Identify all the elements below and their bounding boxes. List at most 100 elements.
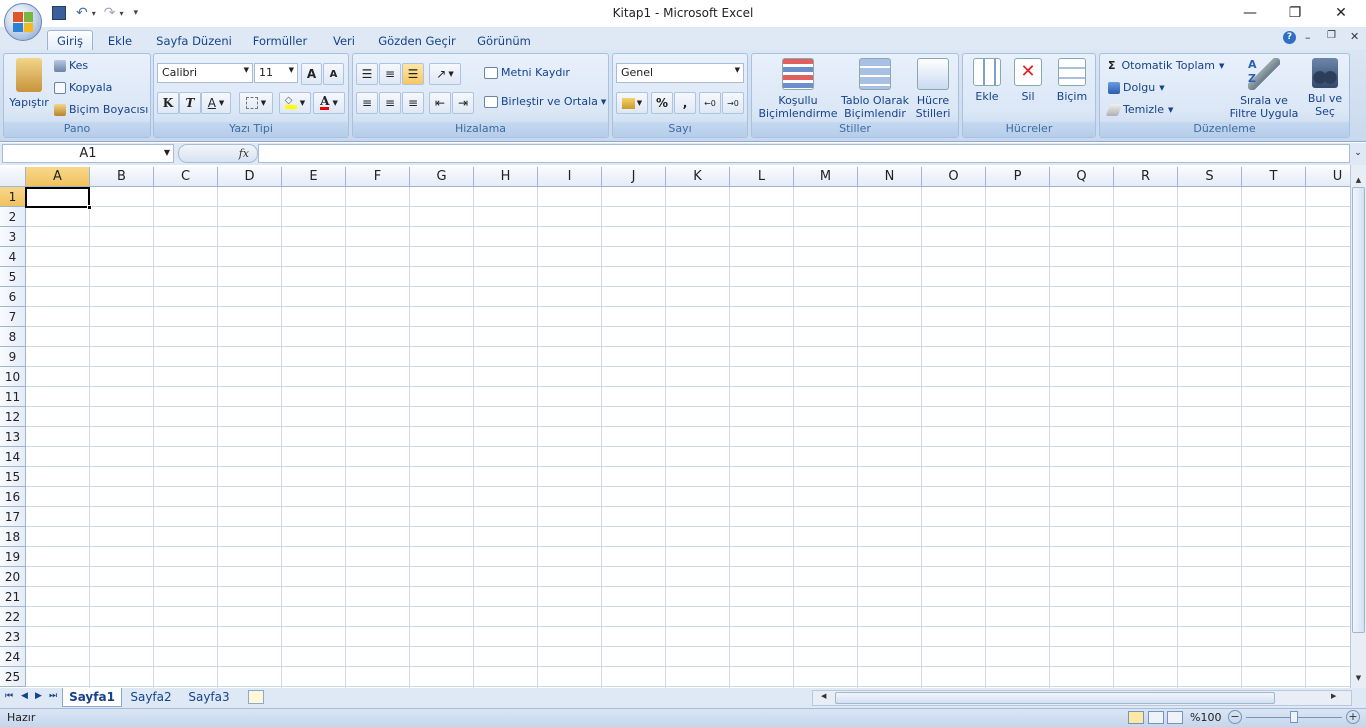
formula-input[interactable] (258, 144, 1350, 163)
row-header-17[interactable]: 17 (0, 507, 26, 527)
column-header-b[interactable]: B (90, 167, 154, 187)
format-as-table-button[interactable]: Tablo Olarak Biçimlendir (838, 58, 912, 120)
column-header-u[interactable]: U (1306, 167, 1350, 187)
align-center-button[interactable]: ≡ (379, 92, 401, 114)
zoom-in-icon[interactable]: + (1346, 710, 1360, 724)
sheet-tab-sayfa3[interactable]: Sayfa3 (182, 688, 236, 707)
last-sheet-icon[interactable]: ⏭ (49, 691, 57, 701)
column-header-h[interactable]: H (474, 167, 538, 187)
font-color-button[interactable]: A ▼ (313, 92, 345, 114)
tab-ekle[interactable]: Ekle (100, 30, 140, 51)
row-header-6[interactable]: 6 (0, 287, 26, 307)
column-header-t[interactable]: T (1242, 167, 1306, 187)
delete-cells-button[interactable]: ✕ Sil (1009, 58, 1047, 103)
page-break-view-icon[interactable] (1167, 711, 1183, 724)
font-size-combo[interactable]: 11 ▼ (254, 63, 298, 83)
fill-handle[interactable] (87, 205, 92, 210)
active-cell-a1[interactable] (25, 187, 90, 208)
column-header-d[interactable]: D (218, 167, 282, 187)
zoom-slider-thumb[interactable] (1290, 711, 1298, 723)
conditional-formatting-button[interactable]: Koşullu Biçimlendirme (756, 58, 840, 120)
insert-sheet-icon[interactable] (248, 690, 264, 704)
page-layout-view-icon[interactable] (1148, 711, 1164, 724)
row-header-1[interactable]: 1 (0, 187, 26, 207)
tab-gozden-gecir[interactable]: Gözden Geçir (372, 30, 462, 51)
tab-formuller[interactable]: Formüller (246, 30, 314, 51)
percent-button[interactable]: % (651, 92, 673, 114)
row-header-21[interactable]: 21 (0, 587, 26, 607)
row-header-23[interactable]: 23 (0, 627, 26, 647)
column-header-i[interactable]: I (538, 167, 602, 187)
row-header-13[interactable]: 13 (0, 427, 26, 447)
increase-decimal-button[interactable]: ←0 (699, 92, 721, 114)
merge-center-button[interactable]: Birleştir ve Ortala ▼ (484, 95, 606, 108)
cell-styles-button[interactable]: Hücre Stilleri (910, 58, 956, 120)
sort-filter-button[interactable]: AZ Sırala ve Filtre Uygula (1226, 58, 1302, 120)
column-header-c[interactable]: C (154, 167, 218, 187)
row-header-22[interactable]: 22 (0, 607, 26, 627)
restore-button[interactable]: ❐ (1272, 0, 1318, 26)
row-header-3[interactable]: 3 (0, 227, 26, 247)
column-header-q[interactable]: Q (1050, 167, 1114, 187)
format-cells-button[interactable]: Biçim (1051, 58, 1093, 103)
scroll-right-button[interactable]: ▶ (1331, 692, 1336, 700)
spreadsheet-grid[interactable]: ABCDEFGHIJKLMNOPQRSTU 1 2 3 4 5 6 7 8 9 10 11 12 13 1… (0, 167, 1350, 688)
cut-button[interactable]: Kes (54, 59, 88, 72)
column-header-a[interactable]: A (26, 167, 90, 187)
row-header-7[interactable]: 7 (0, 307, 26, 327)
decrease-decimal-button[interactable]: →0 (722, 92, 744, 114)
row-header-15[interactable]: 15 (0, 467, 26, 487)
italic-button[interactable]: T (179, 92, 201, 114)
scroll-left-button[interactable]: ◀ (821, 692, 826, 700)
select-all-button[interactable] (0, 167, 26, 187)
column-header-l[interactable]: L (730, 167, 794, 187)
row-header-9[interactable]: 9 (0, 347, 26, 367)
tab-sayfa-duzeni[interactable]: Sayfa Düzeni (152, 30, 236, 51)
column-header-r[interactable]: R (1114, 167, 1178, 187)
number-format-combo[interactable]: Genel ▼ (616, 63, 744, 83)
zoom-level[interactable]: %100 (1190, 711, 1221, 724)
comma-button[interactable]: , (674, 92, 696, 114)
align-middle-button[interactable]: ≡ (379, 63, 401, 85)
bold-button[interactable]: K (157, 92, 179, 114)
column-header-n[interactable]: N (858, 167, 922, 187)
horizontal-scrollbar[interactable]: ◀ ▶ (812, 690, 1352, 706)
column-header-e[interactable]: E (282, 167, 346, 187)
vertical-scroll-thumb[interactable] (1352, 187, 1365, 633)
row-header-24[interactable]: 24 (0, 647, 26, 667)
row-header-25[interactable]: 25 (0, 667, 26, 687)
tab-giris[interactable]: Giriş (47, 30, 93, 51)
paste-button[interactable]: Yapıştır (7, 58, 51, 109)
insert-function-button[interactable]: fx (178, 144, 258, 163)
close-button[interactable]: ✕ (1318, 0, 1364, 26)
first-sheet-icon[interactable]: ⏮ (5, 691, 13, 701)
align-top-button[interactable]: ☰ (356, 63, 378, 85)
fill-color-button[interactable]: ◇ ▼ (279, 92, 311, 114)
column-header-s[interactable]: S (1178, 167, 1242, 187)
row-header-5[interactable]: 5 (0, 267, 26, 287)
office-button[interactable] (4, 3, 42, 41)
font-name-combo[interactable]: Calibri ▼ (157, 63, 253, 83)
vertical-scrollbar[interactable]: ▲ ▼ (1350, 165, 1366, 688)
row-header-12[interactable]: 12 (0, 407, 26, 427)
row-header-11[interactable]: 11 (0, 387, 26, 407)
column-header-f[interactable]: F (346, 167, 410, 187)
column-header-m[interactable]: M (794, 167, 858, 187)
scroll-up-button[interactable]: ▲ (1351, 173, 1366, 187)
horizontal-scroll-thumb[interactable] (835, 692, 1275, 704)
increase-indent-button[interactable]: ⇥ (452, 92, 474, 114)
row-header-2[interactable]: 2 (0, 207, 26, 227)
row-header-10[interactable]: 10 (0, 367, 26, 387)
column-header-p[interactable]: P (986, 167, 1050, 187)
tab-veri[interactable]: Veri (325, 30, 363, 51)
column-header-j[interactable]: J (602, 167, 666, 187)
format-painter-button[interactable]: Biçim Boyacısı (54, 103, 148, 116)
row-header-14[interactable]: 14 (0, 447, 26, 467)
sheet-tab-sayfa2[interactable]: Sayfa2 (124, 688, 178, 707)
ribbon-close-icon[interactable]: ✕ (1350, 30, 1359, 43)
row-header-8[interactable]: 8 (0, 327, 26, 347)
wrap-text-button[interactable]: Metni Kaydır (484, 66, 570, 79)
align-bottom-button[interactable]: ☰ (402, 63, 424, 85)
currency-button[interactable]: ▼ (616, 92, 648, 114)
normal-view-icon[interactable] (1128, 711, 1144, 724)
